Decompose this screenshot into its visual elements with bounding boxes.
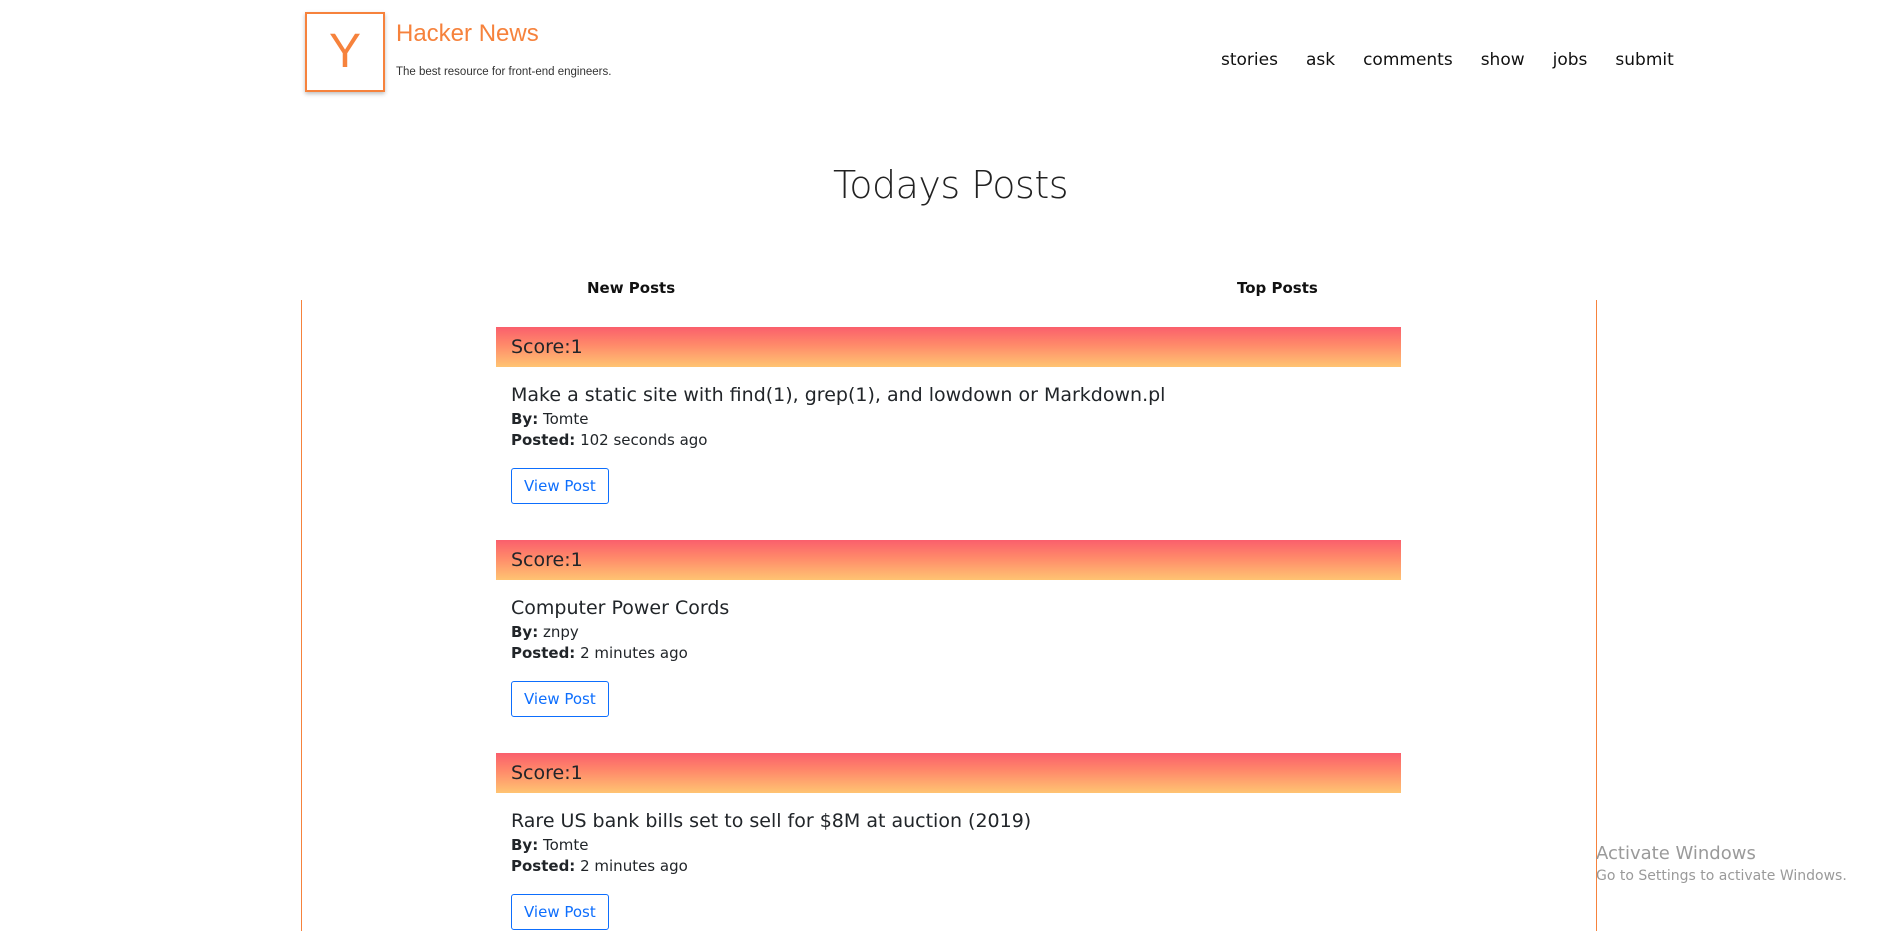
author-label: By: xyxy=(511,836,539,854)
frame-left-border xyxy=(301,300,302,931)
posted-label: Posted: xyxy=(511,431,576,449)
tab-top-posts[interactable]: Top Posts xyxy=(1237,279,1318,297)
post-title: Rare US bank bills set to sell for $8M a… xyxy=(511,810,1032,832)
author-value: Tomte xyxy=(543,410,589,428)
logo[interactable]: Y xyxy=(305,12,385,92)
activate-windows-watermark: Activate Windows Go to Settings to activ… xyxy=(1596,843,1847,884)
post-author: By: Tomte xyxy=(511,409,1386,430)
post-title: Make a static site with find(1), grep(1)… xyxy=(511,384,1166,406)
score-value: 1 xyxy=(570,762,583,784)
score-label: Score: xyxy=(511,336,571,358)
page-title: Todays Posts xyxy=(832,163,1069,207)
post-author: By: znpy xyxy=(511,622,1386,643)
post-time: Posted: 2 minutes ago xyxy=(511,856,1386,877)
score-value: 1 xyxy=(570,336,583,358)
posted-label: Posted: xyxy=(511,644,576,662)
nav-comments[interactable]: comments xyxy=(1363,50,1453,76)
watermark-subtitle: Go to Settings to activate Windows. xyxy=(1596,868,1847,884)
nav-stories[interactable]: stories xyxy=(1221,50,1278,76)
posted-value: 102 seconds ago xyxy=(580,431,708,449)
author-value: znpy xyxy=(543,623,579,641)
post-time: Posted: 102 seconds ago xyxy=(511,430,1386,451)
logo-letter: Y xyxy=(328,25,361,78)
nav-jobs[interactable]: jobs xyxy=(1553,50,1588,76)
score-value: 1 xyxy=(570,549,583,571)
post-card: Score: 1 Make a static site with find(1)… xyxy=(496,327,1401,540)
posted-value: 2 minutes ago xyxy=(580,644,688,662)
view-post-button[interactable]: View Post xyxy=(511,468,609,504)
frame-right-border xyxy=(1596,300,1597,931)
score-bar: Score: 1 xyxy=(496,327,1401,367)
author-label: By: xyxy=(511,410,539,428)
view-post-button[interactable]: View Post xyxy=(511,681,609,717)
posted-label: Posted: xyxy=(511,857,576,875)
site-title[interactable]: Hacker News xyxy=(396,20,539,48)
nav-ask[interactable]: ask xyxy=(1306,50,1335,76)
score-label: Score: xyxy=(511,549,571,571)
top-nav: stories ask comments show jobs submit xyxy=(1221,50,1674,76)
score-bar: Score: 1 xyxy=(496,753,1401,793)
post-card: Score: 1 Rare US bank bills set to sell … xyxy=(496,753,1401,931)
score-label: Score: xyxy=(511,762,571,784)
site-subtitle: The best resource for front-end engineer… xyxy=(396,66,612,78)
posted-value: 2 minutes ago xyxy=(580,857,688,875)
post-title: Computer Power Cords xyxy=(511,597,730,619)
post-card: Score: 1 Computer Power Cords By: znpy P… xyxy=(496,540,1401,753)
post-list: Score: 1 Make a static site with find(1)… xyxy=(496,327,1401,931)
post-author: By: Tomte xyxy=(511,835,1386,856)
author-value: Tomte xyxy=(543,836,589,854)
author-label: By: xyxy=(511,623,539,641)
post-time: Posted: 2 minutes ago xyxy=(511,643,1386,664)
nav-show[interactable]: show xyxy=(1481,50,1525,76)
watermark-title: Activate Windows xyxy=(1596,843,1756,864)
nav-submit[interactable]: submit xyxy=(1615,50,1673,76)
view-post-button[interactable]: View Post xyxy=(511,894,609,930)
tab-new-posts[interactable]: New Posts xyxy=(587,279,675,297)
score-bar: Score: 1 xyxy=(496,540,1401,580)
